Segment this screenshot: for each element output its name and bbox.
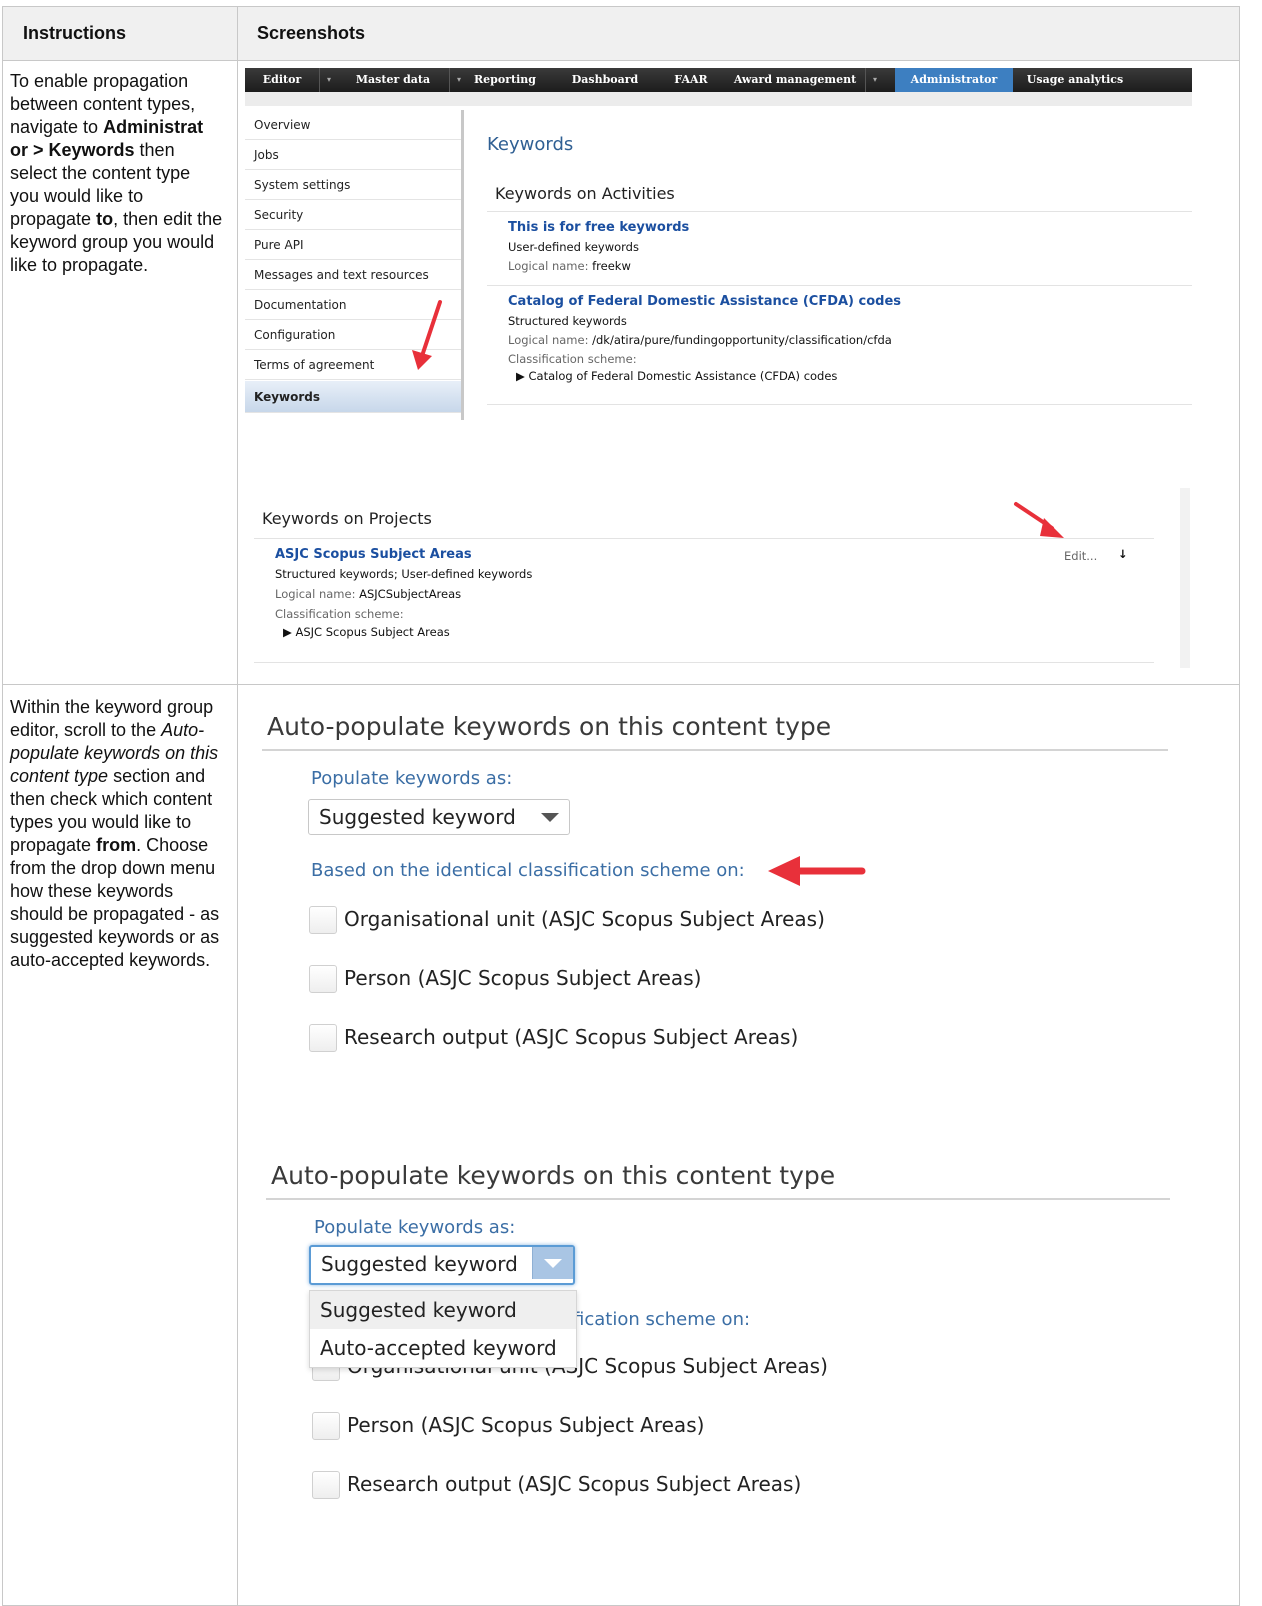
dropdown-option[interactable]: Auto-accepted keyword (310, 1329, 576, 1367)
sidebar-item-jobs[interactable]: Jobs (245, 140, 461, 170)
checkbox[interactable] (312, 1471, 340, 1499)
dropdown-option[interactable]: Suggested keyword (310, 1291, 576, 1329)
checkbox[interactable] (309, 965, 337, 993)
dropdown-toggle[interactable] (532, 1247, 573, 1279)
keyword-group-title-link[interactable]: ASJC Scopus Subject Areas (275, 547, 532, 562)
keyword-group-type: Structured keywords (508, 314, 627, 328)
instruction-bold: to (96, 209, 114, 229)
edit-link[interactable]: Edit... (1064, 549, 1097, 563)
checkbox-label: Research output (ASJC Scopus Subject Are… (344, 1025, 799, 1049)
keyword-group-title-link[interactable]: Catalog of Federal Domestic Assistance (… (508, 294, 901, 309)
separator (254, 662, 1154, 663)
populate-label: Populate keywords as: (311, 768, 513, 789)
table-header-row (3, 7, 1239, 60)
column-divider (237, 7, 238, 1605)
checkbox-label: Person (ASJC Scopus Subject Areas) (344, 966, 702, 990)
header-screenshots: Screenshots (257, 23, 366, 43)
admin-sidebar: Overview Jobs System settings Security Pure … (245, 110, 464, 420)
keyword-group-free: This is for free keywords User-defined k… (508, 220, 689, 273)
sidebar-item-messages-and-text-resources[interactable]: Messages and text resources (245, 260, 461, 290)
checkbox[interactable] (309, 1024, 337, 1052)
sidebar-item-overview[interactable]: Overview (245, 110, 461, 140)
navbar-shadow-band (245, 92, 1192, 106)
sidebar-item-system-settings[interactable]: System settings (245, 170, 461, 200)
classification-scheme-label: Classification scheme: (275, 607, 404, 621)
projects-heading: Keywords on Projects (262, 509, 432, 528)
logical-name-label: Logical name: (275, 587, 356, 601)
section-rule (262, 749, 1168, 751)
nav-item-master-data[interactable]: Master data (337, 68, 449, 92)
populate-as-select[interactable]: Suggested keyword (308, 799, 570, 835)
annotation-arrow-icon (412, 300, 442, 370)
annotation-arrow-icon (1014, 502, 1064, 538)
logical-name-value: freekw (592, 259, 631, 273)
chevron-down-icon[interactable]: ▾ (449, 68, 468, 92)
auto-populate-title: Auto-populate keywords on this content t… (267, 712, 832, 741)
top-navigation-bar: Editor ▾ Master data ▾ Reporting Dashboard FAA… (245, 68, 1192, 106)
logical-name-value: /dk/atira/pure/fundingopportunity/classi… (592, 333, 892, 347)
checkbox-label: Research output (ASJC Scopus Subject Are… (347, 1472, 802, 1496)
nav-item-administrator[interactable]: Administrator (895, 68, 1013, 92)
nav-item-dashboard[interactable]: Dashboard (555, 68, 655, 92)
sidebar-item-keywords[interactable]: Keywords (245, 381, 461, 413)
separator (487, 404, 1192, 405)
populate-as-select[interactable]: Suggested keyword (309, 1245, 575, 1285)
based-on-label: fication scheme on: (573, 1309, 751, 1330)
annotation-arrow-icon (768, 856, 866, 886)
nav-item-editor[interactable]: Editor (245, 68, 319, 92)
separator (487, 285, 1192, 286)
selected-value: Suggested keyword (319, 805, 516, 829)
logical-name-value: ASJCSubjectAreas (359, 587, 462, 601)
instruction-row-1: To enable propagation between content ty… (10, 70, 224, 277)
classification-scheme-label: Classification scheme: (508, 352, 637, 366)
instruction-row-2: Within the keyword group editor, scroll … (10, 696, 224, 972)
checkbox-label: Organisational unit (ASJC Scopus Subject… (344, 907, 825, 931)
chevron-down-icon[interactable]: ▾ (865, 68, 884, 92)
classification-scheme-tree[interactable]: ▶ ASJC Scopus Subject Areas (283, 625, 532, 639)
chevron-down-icon (541, 813, 559, 822)
populate-label: Populate keywords as: (314, 1217, 516, 1238)
keywords-title: Keywords (487, 134, 574, 155)
keyword-group-type: User-defined keywords (508, 240, 639, 254)
chevron-down-icon (544, 1259, 562, 1268)
instruction-text: . Choose from the drop down menu how the… (10, 835, 220, 970)
logical-name-label: Logical name: (508, 259, 589, 273)
selected-value: Suggested keyword (321, 1252, 518, 1276)
section-rule (266, 1198, 1170, 1200)
classification-scheme-tree[interactable]: ▶ Catalog of Federal Domestic Assistance… (516, 369, 901, 383)
chevron-down-icon[interactable]: ▾ (319, 68, 338, 92)
move-down-icon[interactable]: ↓ (1118, 547, 1128, 561)
keyword-group-type: Structured keywords; User-defined keywor… (275, 567, 533, 581)
scrollbar-track[interactable] (1180, 488, 1190, 668)
keyword-group-cfda: Catalog of Federal Domestic Assistance (… (508, 294, 901, 383)
auto-populate-title: Auto-populate keywords on this content t… (271, 1161, 836, 1190)
separator (487, 211, 1192, 212)
based-on-label: Based on the identical classification sc… (311, 860, 745, 881)
logical-name-label: Logical name: (508, 333, 589, 347)
nav-item-reporting[interactable]: Reporting (467, 68, 543, 92)
sidebar-item-security[interactable]: Security (245, 200, 461, 230)
header-divider (3, 60, 1239, 61)
nav-item-faar[interactable]: FAAR (665, 68, 717, 92)
keyword-group-title-link[interactable]: This is for free keywords (508, 220, 689, 235)
checkbox[interactable] (309, 906, 337, 934)
checkbox-label: Person (ASJC Scopus Subject Areas) (347, 1413, 705, 1437)
instruction-bold: from (96, 835, 137, 855)
checkbox[interactable] (312, 1412, 340, 1440)
populate-as-dropdown-menu: Suggested keyword Auto-accepted keyword (309, 1290, 577, 1368)
row-divider (3, 684, 1239, 685)
activities-heading: Keywords on Activities (495, 184, 675, 203)
sidebar-item-pure-api[interactable]: Pure API (245, 230, 461, 260)
header-instructions: Instructions (23, 23, 127, 43)
nav-item-usage-analytics[interactable]: Usage analytics (1013, 68, 1137, 92)
nav-item-award-management[interactable]: Award management (725, 68, 865, 92)
keyword-group-asjc: ASJC Scopus Subject Areas Structured key… (275, 547, 532, 639)
